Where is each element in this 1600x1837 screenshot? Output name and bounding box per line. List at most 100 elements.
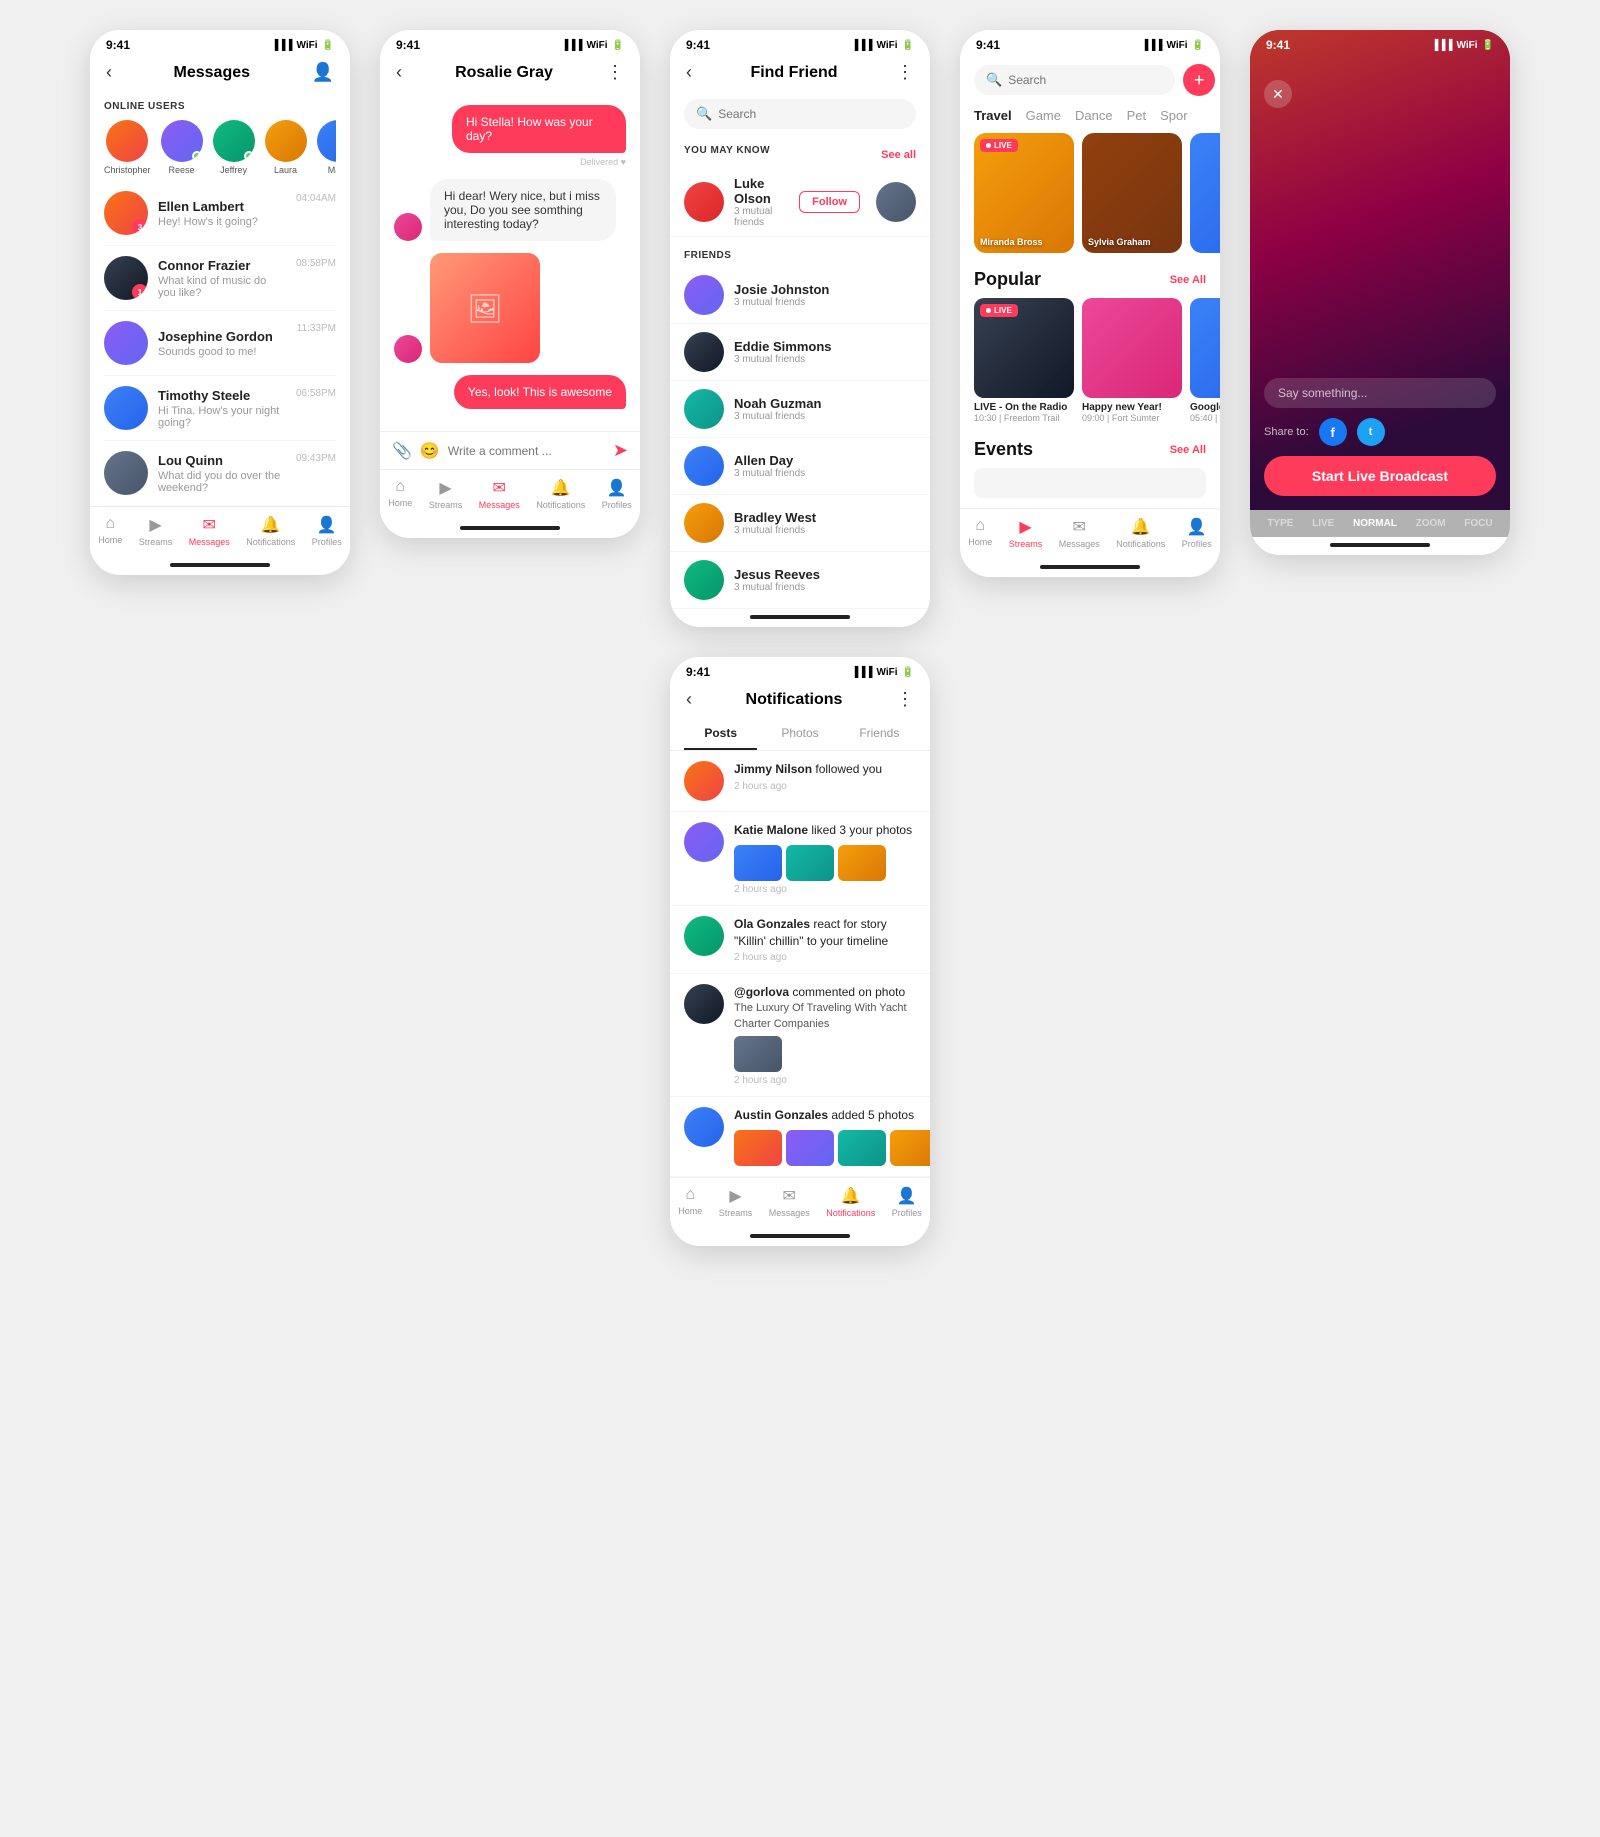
more-icon[interactable]: ⋮ xyxy=(606,62,624,83)
more-icon[interactable]: ⋮ xyxy=(896,62,914,83)
online-user[interactable]: Christopher xyxy=(104,120,151,175)
tab-photos[interactable]: Photos xyxy=(763,718,836,750)
outgoing-bubble: Yes, look! This is awesome xyxy=(454,375,626,409)
category-travel[interactable]: Travel xyxy=(974,108,1012,123)
category-pet[interactable]: Pet xyxy=(1127,108,1147,123)
facebook-share-button[interactable]: f xyxy=(1319,418,1347,446)
nav-home[interactable]: ⌂ Home xyxy=(968,517,992,549)
popular-item[interactable]: LIVE LIVE - On the Radio 10:30 | Freedom… xyxy=(974,298,1074,423)
notif-body: Jimmy Nilson followed you 2 hours ago xyxy=(734,761,916,792)
online-indicator xyxy=(192,151,202,161)
category-sport[interactable]: Spor xyxy=(1160,108,1187,123)
friend-item[interactable]: Noah Guzman 3 mutual friends xyxy=(670,381,930,438)
friend-item[interactable]: Josie Johnston 3 mutual friends xyxy=(670,267,930,324)
mode-focus[interactable]: FOCU xyxy=(1464,518,1492,529)
nav-home[interactable]: ⌂ Home xyxy=(388,478,412,510)
chat-input[interactable] xyxy=(448,444,605,458)
nav-messages[interactable]: ✉ Messages xyxy=(1059,517,1100,549)
tab-posts[interactable]: Posts xyxy=(684,718,757,750)
more-icon[interactable]: ⋮ xyxy=(896,689,914,710)
notif-thumb xyxy=(786,845,834,881)
nav-home[interactable]: ⌂ Home xyxy=(678,1186,702,1218)
nav-notifications[interactable]: 🔔 Notifications xyxy=(1116,517,1165,549)
start-broadcast-button[interactable]: Start Live Broadcast xyxy=(1264,456,1496,496)
mode-type[interactable]: TYPE xyxy=(1267,518,1293,529)
profile-icon[interactable]: 👤 xyxy=(312,62,334,83)
popular-item[interactable]: Google 05:40 | xyxy=(1190,298,1220,423)
online-user[interactable]: Reese xyxy=(161,120,203,175)
conversation-item[interactable]: 1 Connor Frazier What kind of music do y… xyxy=(104,246,336,311)
notif-time: 2 hours ago xyxy=(734,781,916,792)
category-dance[interactable]: Dance xyxy=(1075,108,1113,123)
friend-item[interactable]: Allen Day 3 mutual friends xyxy=(670,438,930,495)
nav-notifications[interactable]: 🔔 Notifications xyxy=(246,515,295,547)
user-name-reese: Reese xyxy=(169,165,195,175)
mode-live[interactable]: LIVE xyxy=(1312,518,1334,529)
events-header: Events See All xyxy=(960,435,1220,468)
battery-icon: 🔋 xyxy=(902,40,914,51)
wifi-icon: WiFi xyxy=(877,40,898,51)
emoji-icon[interactable]: 😊 xyxy=(420,441,440,461)
nav-profiles[interactable]: 👤 Profiles xyxy=(1182,517,1212,549)
see-all-events[interactable]: See All xyxy=(1170,444,1206,456)
streams-search-input[interactable] xyxy=(1008,73,1163,87)
nav-streams[interactable]: ▶ Streams xyxy=(139,515,173,547)
mode-normal[interactable]: NORMAL xyxy=(1353,518,1397,529)
nav-streams-label: Streams xyxy=(139,537,173,547)
search-input[interactable] xyxy=(718,107,904,121)
user-avatar-laura xyxy=(265,120,307,162)
nav-profiles[interactable]: 👤 Profiles xyxy=(892,1186,922,1218)
conversation-avatar xyxy=(104,451,148,495)
notif-thumb xyxy=(786,1130,834,1166)
nav-messages[interactable]: ✉ Messages xyxy=(479,478,520,510)
category-game[interactable]: Game xyxy=(1026,108,1061,123)
nav-streams[interactable]: ▶ Streams xyxy=(1009,517,1043,549)
follow-button[interactable]: Follow xyxy=(799,191,860,213)
stream-card[interactable]: LIVE Miranda Bross xyxy=(974,133,1074,253)
nav-profiles[interactable]: 👤 Profiles xyxy=(602,478,632,510)
phone-live-broadcast: 9:41 ▐▐▐ WiFi 🔋 ✕ Say something... Share… xyxy=(1250,30,1510,555)
see-all-suggested[interactable]: See all xyxy=(881,149,916,161)
friend-item[interactable]: Bradley West 3 mutual friends xyxy=(670,495,930,552)
nav-home[interactable]: ⌂ Home xyxy=(98,515,122,547)
status-icons: ▐▐▐ WiFi 🔋 xyxy=(851,667,914,678)
nav-streams[interactable]: ▶ Streams xyxy=(429,478,463,510)
conversation-body: Lou Quinn What did you do over the weeke… xyxy=(158,453,286,494)
suggested-user[interactable]: Luke Olson 3 mutual friends Follow xyxy=(670,168,930,237)
nav-profiles[interactable]: 👤 Profiles xyxy=(312,515,342,547)
online-user[interactable]: Laura xyxy=(265,120,307,175)
attachment-icon[interactable]: 📎 xyxy=(392,441,412,461)
home-icon: ⌂ xyxy=(105,515,115,533)
stream-card[interactable] xyxy=(1190,133,1220,253)
online-user[interactable]: Jeffrey xyxy=(213,120,255,175)
friend-item[interactable]: Jesus Reeves 3 mutual friends xyxy=(670,552,930,609)
tab-friends[interactable]: Friends xyxy=(843,718,916,750)
profiles-icon: 👤 xyxy=(607,478,627,498)
nav-notifications[interactable]: 🔔 Notifications xyxy=(826,1186,875,1218)
friend-name: Allen Day xyxy=(734,453,916,468)
conversation-item[interactable]: Josephine Gordon Sounds good to me! 11:3… xyxy=(104,311,336,376)
see-all-popular[interactable]: See All xyxy=(1170,274,1206,286)
popular-item[interactable]: Happy new Year! 09:00 | Fort Sumter xyxy=(1082,298,1182,423)
nav-messages[interactable]: ✉ Messages xyxy=(769,1186,810,1218)
conversation-item[interactable]: Lou Quinn What did you do over the weeke… xyxy=(104,441,336,506)
nav-profiles-label: Profiles xyxy=(312,537,342,547)
home-indicator xyxy=(750,615,850,619)
online-user[interactable]: Mald xyxy=(317,120,336,175)
nav-notifications[interactable]: 🔔 Notifications xyxy=(536,478,585,510)
send-button[interactable]: ➤ xyxy=(613,440,628,461)
status-time: 9:41 xyxy=(686,38,710,52)
nav-home-label: Home xyxy=(968,537,992,547)
nav-messages[interactable]: ✉ Messages xyxy=(189,515,230,547)
mode-zoom[interactable]: ZOOM xyxy=(1416,518,1446,529)
wifi-icon: WiFi xyxy=(877,667,898,678)
say-something-input[interactable]: Say something... xyxy=(1264,378,1496,408)
nav-streams[interactable]: ▶ Streams xyxy=(719,1186,753,1218)
add-stream-button[interactable]: + xyxy=(1183,64,1215,96)
stream-card[interactable]: Sylvia Graham xyxy=(1082,133,1182,253)
conversation-item[interactable]: 3 Ellen Lambert Hey! How's it going? 04:… xyxy=(104,181,336,246)
friend-item[interactable]: Eddie Simmons 3 mutual friends xyxy=(670,324,930,381)
conversation-item[interactable]: Timothy Steele Hi Tina. How's your night… xyxy=(104,376,336,441)
nav-profiles-label: Profiles xyxy=(602,500,632,510)
twitter-share-button[interactable]: t xyxy=(1357,418,1385,446)
